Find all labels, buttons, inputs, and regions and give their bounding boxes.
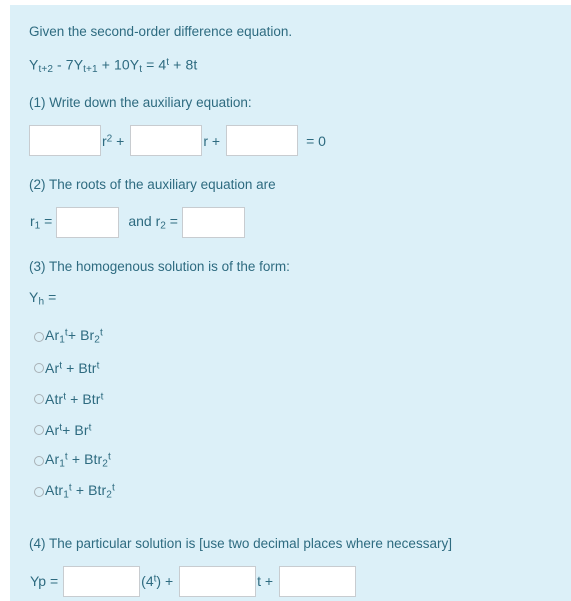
radio-icon-option-5[interactable]: [34, 455, 44, 466]
option-row-6[interactable]: Atr1t + Btr2t: [29, 482, 571, 502]
option-label-1: Ar1t+ Br2t: [45, 327, 103, 346]
part1-label-equals-zero: = 0: [306, 132, 326, 149]
particular-coefficient-t-input[interactable]: [179, 565, 257, 597]
part2-label-r1-equals: =: [40, 213, 53, 230]
option-label-3: Atrt + Btrt: [45, 390, 104, 407]
part2-label-r1: r1 =: [29, 213, 56, 232]
root-1-input[interactable]: [56, 207, 120, 239]
part4-label-4t-open: (4: [141, 573, 154, 590]
question-intro: Given the second-order difference equati…: [29, 24, 293, 39]
equation-tail: + 8t: [169, 56, 198, 73]
equation-y2: Y: [73, 56, 84, 73]
particular-constant-input[interactable]: [279, 565, 357, 597]
question-panel: Given the second-order difference equati…: [10, 5, 571, 601]
equation-equals-term: = 4: [142, 56, 167, 73]
part1-input-row: r2 + r + = 0: [29, 125, 571, 157]
equation-y1-sub: t+2: [38, 64, 54, 76]
equation-y2-sub: t+1: [83, 64, 98, 76]
part4-prompt: (4) The particular solution is [use two …: [29, 535, 452, 551]
part1-prompt: (1) Write down the auxiliary equation:: [29, 95, 252, 111]
part3-prompt: (3) The homogenous solution is of the fo…: [29, 259, 290, 275]
part4-label-4t-close: ) +: [156, 573, 174, 590]
part4-input-row: Yp = (4t) + t +: [29, 565, 571, 597]
part4-label-yp: Yp =: [30, 573, 59, 590]
part4-label-4t: (4t) +: [140, 573, 179, 589]
part2-input-row: r1 = and r2 =: [29, 207, 571, 239]
radio-icon-option-6[interactable]: [34, 486, 44, 497]
part1-label-r-plus: +: [112, 132, 125, 149]
homogeneous-solution-options: Ar1t+ Br2t Art + Btrt Atrt + Btrt Art+ B…: [29, 327, 571, 502]
option-label-4: Art+ Brt: [45, 421, 92, 438]
aux-coefficient-r2-input[interactable]: [29, 125, 101, 157]
radio-icon-option-1[interactable]: [34, 331, 44, 342]
part1-label-r-squared: r2 +: [101, 133, 130, 149]
difference-equation: Yt+2 - 7Yt+1 + 10Yt = 4t + 8t: [29, 54, 571, 78]
part2-label-r2: and r2 =: [119, 213, 182, 232]
part2-prompt: (2) The roots of the auxiliary equation …: [29, 177, 276, 193]
aux-constant-input[interactable]: [226, 125, 299, 157]
aux-coefficient-r-input[interactable]: [130, 125, 203, 157]
option-label-2: Art + Btrt: [45, 359, 100, 376]
option-row-4[interactable]: Art+ Brt: [29, 420, 571, 440]
radio-icon-option-2[interactable]: [34, 362, 44, 373]
part2-label-r2-equals: =: [165, 213, 178, 230]
part3-yh-equals: =: [44, 289, 57, 306]
part2-label-and: and r: [128, 213, 161, 230]
option-row-2[interactable]: Art + Btrt: [29, 358, 571, 378]
part3-yh-label: Yh =: [29, 289, 571, 311]
root-2-input[interactable]: [181, 207, 245, 239]
option-label-6: Atr1t + Btr2t: [45, 482, 115, 501]
part1-label-r-plus-text: r +: [203, 132, 221, 149]
option-row-5[interactable]: Ar1t + Btr2t: [29, 451, 571, 471]
option-row-1[interactable]: Ar1t+ Br2t: [29, 327, 571, 347]
radio-icon-option-3[interactable]: [34, 393, 44, 404]
equation-y3: Y: [129, 56, 140, 73]
equation-plus-term: + 10: [97, 56, 130, 73]
part4-label-t-plus: t +: [257, 573, 274, 590]
equation-minus-term: - 7: [53, 56, 74, 73]
radio-icon-option-4[interactable]: [34, 424, 44, 435]
particular-coefficient-4t-input[interactable]: [63, 565, 141, 597]
option-row-3[interactable]: Atrt + Btrt: [29, 389, 571, 409]
option-label-5: Ar1t + Btr2t: [45, 451, 111, 470]
